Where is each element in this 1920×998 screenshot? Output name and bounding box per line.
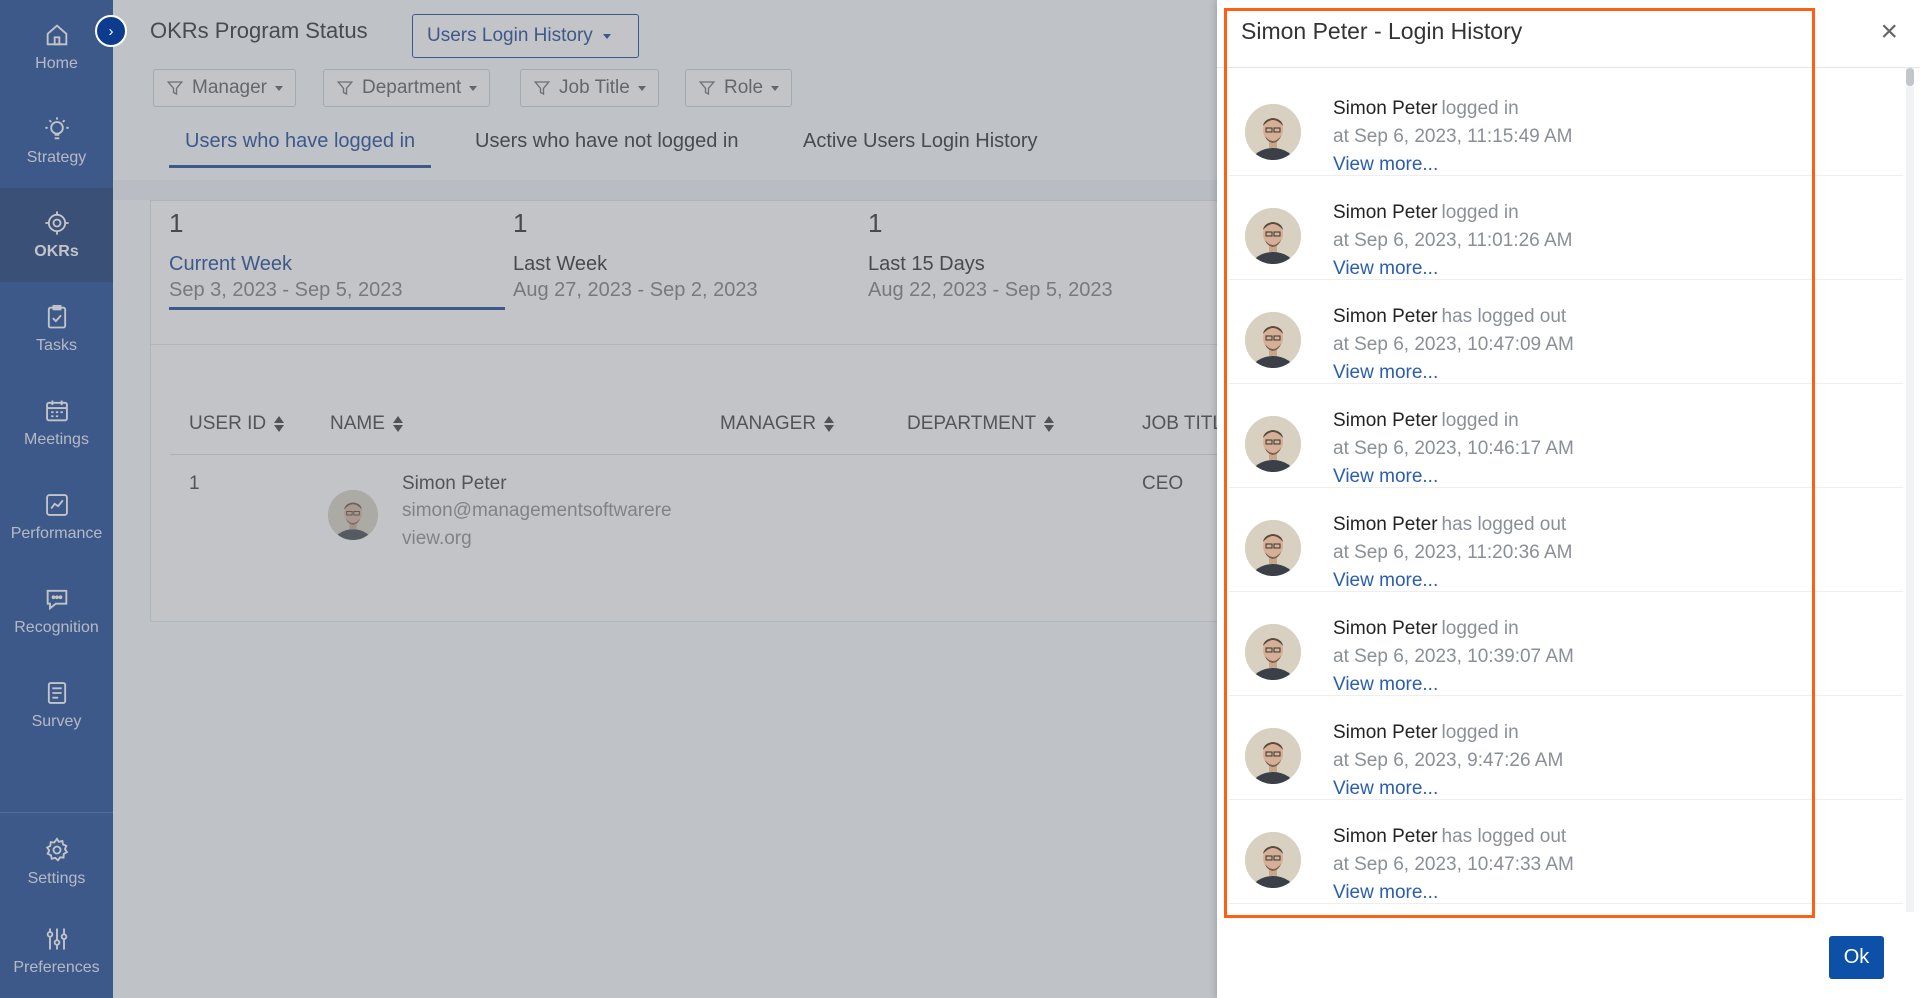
entry-action: has logged out	[1441, 826, 1567, 847]
drawer-header-divider	[1217, 67, 1920, 68]
view-more-link[interactable]: View more...	[1333, 154, 1438, 176]
entry-action: logged in	[1441, 618, 1519, 639]
view-more-link[interactable]: View more...	[1333, 778, 1438, 800]
list-item: Simon Peter has logged out at Sep 6, 2023…	[1229, 280, 1903, 384]
avatar	[1245, 416, 1301, 472]
ok-button[interactable]: Ok	[1829, 936, 1884, 979]
list-item: Simon Peter has logged out at Sep 6, 2023…	[1229, 800, 1903, 904]
list-item: Simon Peter logged in at Sep 6, 2023, 10:…	[1229, 384, 1903, 488]
user-name: Simon Peter	[1333, 306, 1438, 327]
avatar	[1245, 520, 1301, 576]
entry-timestamp: at Sep 6, 2023, 10:46:17 AM	[1333, 438, 1574, 459]
list-item: Simon Peter logged in at Sep 6, 2023, 9:4…	[1229, 696, 1903, 800]
entry-timestamp: at Sep 6, 2023, 10:39:07 AM	[1333, 646, 1574, 667]
entry-headline: Simon Peter logged in	[1333, 722, 1519, 744]
list-item: Simon Peter logged in at Sep 6, 2023, 11:…	[1229, 72, 1903, 176]
list-item: Simon Peter logged in at Sep 6, 2023, 10:…	[1229, 592, 1903, 696]
user-name: Simon Peter	[1333, 618, 1438, 639]
entry-timestamp: at Sep 6, 2023, 11:15:49 AM	[1333, 126, 1573, 147]
list-item: Simon Peter has logged out at Sep 6, 2023…	[1229, 488, 1903, 592]
view-more-link[interactable]: View more...	[1333, 362, 1438, 384]
view-more-link[interactable]: View more...	[1333, 466, 1438, 488]
user-name: Simon Peter	[1333, 722, 1438, 743]
entry-headline: Simon Peter logged in	[1333, 410, 1519, 432]
user-name: Simon Peter	[1333, 202, 1438, 223]
avatar	[1245, 624, 1301, 680]
entry-timestamp: at Sep 6, 2023, 11:20:36 AM	[1333, 542, 1573, 563]
user-name: Simon Peter	[1333, 514, 1438, 535]
login-history-drawer: Simon Peter - Login History × Simon Pete…	[1217, 0, 1920, 998]
avatar	[1245, 208, 1301, 264]
entry-timestamp: at Sep 6, 2023, 11:01:26 AM	[1333, 230, 1573, 251]
view-more-link[interactable]: View more...	[1333, 882, 1438, 904]
avatar	[1245, 728, 1301, 784]
view-more-link[interactable]: View more...	[1333, 674, 1438, 696]
entry-action: has logged out	[1441, 514, 1567, 535]
entry-timestamp: at Sep 6, 2023, 10:47:09 AM	[1333, 334, 1574, 355]
entry-timestamp: at Sep 6, 2023, 10:47:33 AM	[1333, 854, 1574, 875]
entry-headline: Simon Peter has logged out	[1333, 514, 1566, 536]
sidebar-expand-button[interactable]: ›	[95, 15, 127, 47]
avatar	[1245, 104, 1301, 160]
list-item: Simon Peter logged in at Sep 6, 2023, 11:…	[1229, 176, 1903, 280]
scrollbar-thumb[interactable]	[1906, 68, 1914, 86]
entry-headline: Simon Peter logged in	[1333, 202, 1519, 224]
entry-headline: Simon Peter logged in	[1333, 98, 1519, 120]
chevron-right-icon: ›	[108, 22, 114, 40]
entry-action: logged in	[1441, 202, 1519, 223]
modal-backdrop[interactable]	[0, 0, 1217, 998]
avatar	[1245, 312, 1301, 368]
entry-action: logged in	[1441, 98, 1519, 119]
entry-action: logged in	[1441, 722, 1519, 743]
login-history-list: Simon Peter logged in at Sep 6, 2023, 11:…	[1229, 72, 1903, 904]
drawer-title: Simon Peter - Login History	[1241, 18, 1523, 44]
entry-action: has logged out	[1441, 306, 1567, 327]
view-more-link[interactable]: View more...	[1333, 570, 1438, 592]
entry-headline: Simon Peter has logged out	[1333, 826, 1566, 848]
user-name: Simon Peter	[1333, 410, 1438, 431]
user-name: Simon Peter	[1333, 826, 1438, 847]
avatar	[1245, 832, 1301, 888]
entry-headline: Simon Peter logged in	[1333, 618, 1519, 640]
entry-action: logged in	[1441, 410, 1519, 431]
entry-headline: Simon Peter has logged out	[1333, 306, 1566, 328]
user-name: Simon Peter	[1333, 98, 1438, 119]
view-more-link[interactable]: View more...	[1333, 258, 1438, 280]
entry-timestamp: at Sep 6, 2023, 9:47:26 AM	[1333, 750, 1564, 771]
drawer-scrollbar[interactable]	[1906, 68, 1914, 912]
close-icon[interactable]: ×	[1880, 17, 1898, 47]
